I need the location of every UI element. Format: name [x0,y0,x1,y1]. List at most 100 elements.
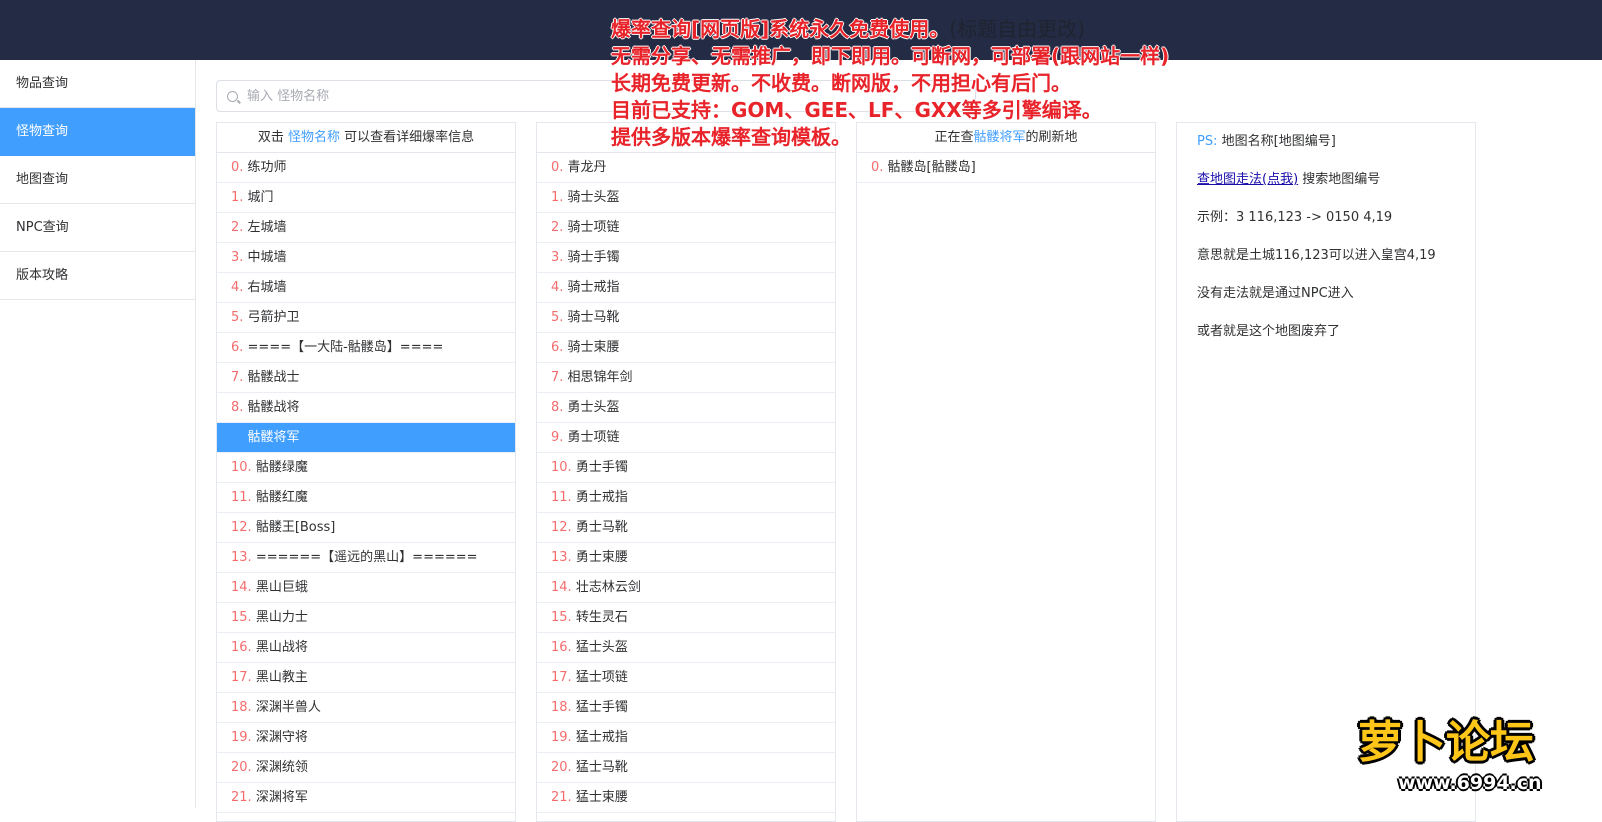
monster-row[interactable]: 2. 左城墙 [217,213,515,243]
drop-list-panel: 0. 青龙丹 1. 骑士头盔 2. 骑士项链 3. 骑士手镯 4. 骑士戒指 5. 骑士马… [536,122,836,822]
monster-row-index: 9. [231,430,244,445]
monster-list-header: 双击 怪物名称 可以查看详细爆率信息 [217,123,515,153]
drop-item-row-index: 4. [551,280,564,295]
watermark-brand: 萝卜论坛 [1358,717,1534,768]
drop-item-row[interactable]: 9. 勇士项链 [537,423,835,453]
drop-item-row-name: 猛士项链 [571,670,628,685]
drop-item-row-name: 勇士戒指 [571,490,628,505]
ps-label: PS: [1197,134,1218,149]
monster-row[interactable]: 10. 骷髅绿魔 [217,453,515,483]
monster-row[interactable]: 17. 黑山教主 [217,663,515,693]
monster-row-index: 2. [231,220,244,235]
drop-item-row-index: 2. [551,220,564,235]
drop-item-row[interactable]: 4. 骑士戒指 [537,273,835,303]
monster-row[interactable]: 0. 练功师 [217,153,515,183]
sidebar-item-3[interactable]: 地图查询 [0,156,195,204]
monster-row-index: 21. [231,790,252,805]
monster-row-index: 8. [231,400,244,415]
monster-row-name: 骷髅红魔 [251,490,308,505]
drop-item-row[interactable]: 5. 骑士马靴 [537,303,835,333]
monster-list-panel: 双击 怪物名称 可以查看详细爆率信息 0. 练功师 1. 城门 2. 左城墙 3. 中… [216,122,516,822]
spawn-map-row[interactable]: 0. 骷髅岛[骷髅岛] [857,153,1155,183]
drop-item-row[interactable]: 16. 猛士头盔 [537,633,835,663]
drop-item-row[interactable]: 11. 勇士戒指 [537,483,835,513]
drop-item-row-index: 9. [551,430,564,445]
drop-item-row-index: 5. [551,310,564,325]
drop-item-row-index: 7. [551,370,564,385]
drop-item-row[interactable]: 21. 猛士束腰 [537,783,835,813]
monster-row[interactable]: 19. 深渊守将 [217,723,515,753]
drop-item-row[interactable]: 17. 猛士项链 [537,663,835,693]
monster-row-index: 17. [231,670,252,685]
monster-row[interactable]: 9. 骷髅将军 [217,423,515,453]
monster-row[interactable]: 7. 骷髅战士 [217,363,515,393]
drop-item-row-index: 15. [551,610,572,625]
drop-item-row-name: 骑士头盔 [563,190,620,205]
monster-row[interactable]: 18. 深渊半兽人 [217,693,515,723]
monster-row[interactable]: 20. 深渊统领 [217,753,515,783]
monster-row[interactable]: 21. 深渊将军 [217,783,515,813]
map-route-link[interactable]: 查地图走法(点我) [1197,172,1298,187]
drop-item-row[interactable]: 2. 骑士项链 [537,213,835,243]
monster-row-index: 19. [231,730,252,745]
drop-item-row-index: 19. [551,730,572,745]
sidebar-item-1[interactable]: 物品查询 [0,60,195,108]
forum-watermark-logo: 萝卜论坛 www.6994.cn [1358,706,1588,802]
monster-row[interactable]: 13. ======【遥远的黑山】====== [217,543,515,573]
drop-item-row[interactable]: 8. 勇士头盔 [537,393,835,423]
monster-row[interactable]: 8. 骷髅战将 [217,393,515,423]
monster-row[interactable]: 3. 中城墙 [217,243,515,273]
monster-row[interactable]: 5. 弓箭护卫 [217,303,515,333]
monster-row[interactable]: 1. 城门 [217,183,515,213]
monster-row[interactable]: 14. 黑山巨蛾 [217,573,515,603]
drop-item-row-index: 12. [551,520,572,535]
monster-search-input[interactable] [247,81,947,111]
drop-item-row[interactable]: 13. 勇士束腰 [537,543,835,573]
drop-item-row[interactable]: 14. 壮志林云剑 [537,573,835,603]
spawn-header-suffix: 的刷新地 [1025,130,1078,145]
ps-text: 地图名称[地图编号] [1217,134,1336,149]
monster-row[interactable]: 16. 黑山战将 [217,633,515,663]
drop-item-row[interactable]: 6. 骑士束腰 [537,333,835,363]
drop-item-row[interactable]: 7. 相思锦年剑 [537,363,835,393]
drop-item-row-index: 8. [551,400,564,415]
drop-item-row[interactable]: 15. 转生灵石 [537,603,835,633]
drop-item-row-name: 壮志林云剑 [571,580,641,595]
drop-item-row[interactable]: 20. 猛士马靴 [537,753,835,783]
monster-row[interactable]: 6. ====【一大陆-骷髅岛】==== [217,333,515,363]
drop-item-row-index: 21. [551,790,572,805]
sidebar-item-2[interactable]: 怪物查询 [0,108,195,156]
monster-row-index: 4. [231,280,244,295]
monster-row[interactable]: 12. 骷髅王[Boss] [217,513,515,543]
monster-row-index: 13. [231,550,252,565]
monster-row-index: 12. [231,520,252,535]
watermark-url: www.6994.cn [1398,772,1542,794]
monster-search-box[interactable] [216,80,976,112]
drop-item-row-name: 骑士马靴 [563,310,620,325]
sidebar-nav: 物品查询 怪物查询 地图查询 NPC查询 版本攻略 [0,60,196,808]
monster-row[interactable]: 15. 黑山力士 [217,603,515,633]
sidebar-item-4[interactable]: NPC查询 [0,204,195,252]
sidebar-item-5[interactable]: 版本攻略 [0,252,195,300]
drop-item-row-index: 16. [551,640,572,655]
drop-item-row[interactable]: 19. 猛士戒指 [537,723,835,753]
monster-row-index: 5. [231,310,244,325]
drop-list-header [537,123,835,153]
drop-item-row[interactable]: 3. 骑士手镯 [537,243,835,273]
monster-row[interactable]: 4. 右城墙 [217,273,515,303]
monster-row-index: 16. [231,640,252,655]
drop-item-row-name: 骑士手镯 [563,250,620,265]
drop-item-row[interactable]: 0. 青龙丹 [537,153,835,183]
drop-item-row-name: 勇士头盔 [563,400,620,415]
spawn-map-row-name: 骷髅岛[骷髅岛] [883,160,976,175]
monster-row-name: 骷髅将军 [243,430,300,445]
monster-header-suffix: 可以查看详细爆率信息 [340,130,475,145]
drop-item-row-index: 13. [551,550,572,565]
drop-item-row[interactable]: 18. 猛士手镯 [537,693,835,723]
drop-item-row[interactable]: 10. 勇士手镯 [537,453,835,483]
drop-item-row[interactable]: 12. 勇士马靴 [537,513,835,543]
drop-item-row[interactable]: 1. 骑士头盔 [537,183,835,213]
monster-row-name: 骷髅王[Boss] [251,520,336,535]
monster-row[interactable]: 11. 骷髅红魔 [217,483,515,513]
abandoned-line: 或者就是这个地图废弃了 [1197,324,1341,339]
